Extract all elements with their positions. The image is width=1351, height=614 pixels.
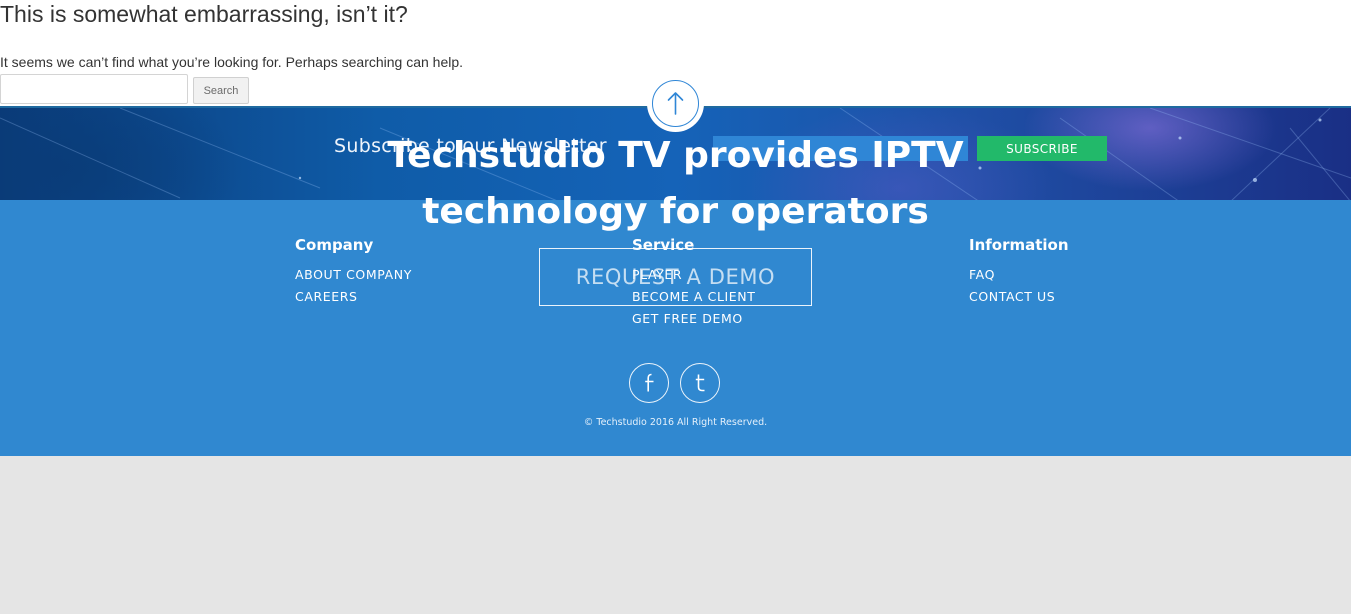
arrow-up-icon [667,92,684,115]
copyright-text: © Techstudio 2016 All Right Reserved. [583,417,768,428]
subscribe-button[interactable]: SUBSCRIBE [977,136,1107,161]
page-title: This is somewhat embarrassing, isn’t it? [0,1,408,27]
scroll-to-top-button[interactable] [647,75,704,132]
footer-column-company: Company ABOUT COMPANY CAREERS [295,236,412,308]
footer-link-contact-us[interactable]: CONTACT US [969,286,1069,308]
facebook-icon[interactable] [629,363,669,403]
not-found-message: It seems we can’t find what you’re looki… [0,54,464,70]
twitter-glyph [695,374,704,392]
site-footer: Company ABOUT COMPANY CAREERS Service PL… [0,200,1351,456]
footer-link-faq[interactable]: FAQ [969,264,1069,286]
twitter-icon[interactable] [680,363,720,403]
request-demo-button[interactable]: REQUEST A DEMO [539,248,812,306]
footer-link-careers[interactable]: CAREERS [295,286,412,308]
newsletter-heading: Subscribe to our Newsletter [334,135,607,157]
footer-heading-information: Information [969,236,1069,254]
search-button[interactable]: Search [193,77,249,104]
footer-link-about-company[interactable]: ABOUT COMPANY [295,264,412,286]
newsletter-email-input[interactable] [713,136,968,161]
footer-column-information: Information FAQ CONTACT US [969,236,1069,308]
search-input[interactable] [0,74,188,104]
footer-link-get-free-demo[interactable]: GET FREE DEMO [632,308,755,330]
footer-heading-company: Company [295,236,374,254]
facebook-glyph [644,373,653,392]
